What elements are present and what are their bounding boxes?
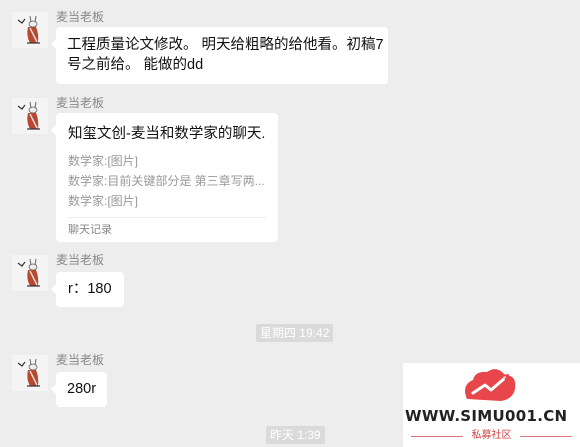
message-bubble[interactable]: r：180 xyxy=(51,272,124,307)
sender-name: 麦当老板 xyxy=(56,10,105,24)
avatar-rabbit-icon xyxy=(12,12,48,48)
avatar[interactable] xyxy=(12,355,48,391)
chat-window: { "messages": [ {"sender": "麦当老板", "line… xyxy=(0,0,580,447)
message-text-line-1: 工程质量论文修改。 明天给粗略的给他看。初稿7 xyxy=(67,37,384,53)
sender-name: 麦当老板 xyxy=(56,96,105,110)
watermark-text: WWW.SIMU001.CN xyxy=(405,407,568,425)
avatar-rabbit-icon xyxy=(12,355,48,391)
watermark-subtext: 私募社区 xyxy=(403,429,580,443)
chat-history-card[interactable]: 知玺文创-麦当和数学家的聊天... 数学家:[图片] 数学家:目前关键部分是 第… xyxy=(51,113,278,242)
timestamp: 昨天 1:39 xyxy=(266,426,325,444)
card-title: 知玺文创-麦当和数学家的聊天... xyxy=(68,126,266,142)
message-text: r：180 xyxy=(68,281,112,297)
watermark: WWW.SIMU001.CN 私募社区 xyxy=(403,363,580,447)
message-text: 280r xyxy=(67,381,97,397)
timestamp: 星期四 19:42 xyxy=(256,324,334,342)
avatar[interactable] xyxy=(12,98,48,134)
card-preview-line: 数学家:[图片] xyxy=(68,154,139,168)
card-preview-line: 数学家:目前关键部分是 第三章写两... xyxy=(68,174,265,188)
avatar[interactable] xyxy=(12,12,48,48)
sender-name: 麦当老板 xyxy=(56,353,105,367)
message-text-line-2: 号之前给。 能做的dd xyxy=(67,57,204,73)
watermark-logo-icon xyxy=(465,369,516,401)
message-bubble[interactable]: 280r xyxy=(50,372,108,407)
sender-name: 麦当老板 xyxy=(56,253,105,267)
avatar-rabbit-icon xyxy=(12,98,48,134)
card-footer: 聊天记录 xyxy=(68,217,266,242)
message-bubble[interactable]: 工程质量论文修改。 明天给粗略的给他看。初稿7 号之前给。 能做的dd xyxy=(51,27,388,84)
avatar-rabbit-icon xyxy=(12,255,48,291)
card-preview-line: 数学家:[图片] xyxy=(68,194,139,208)
avatar[interactable] xyxy=(12,255,48,291)
